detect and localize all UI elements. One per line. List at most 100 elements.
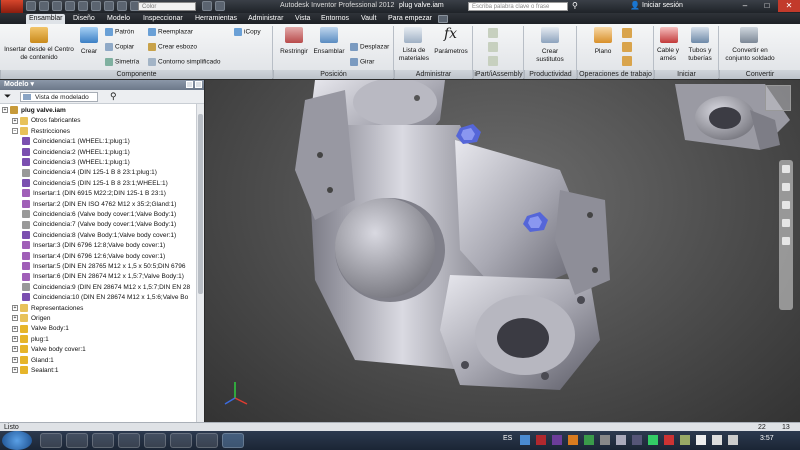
expand-icon[interactable]: + [12,315,18,322]
view-select[interactable]: Vista de modelado [20,92,98,102]
tray-icon[interactable] [552,435,562,445]
pattern-button[interactable]: Patrón [105,28,134,37]
tab-para-empezar[interactable]: Para empezar [385,14,435,24]
tree-item[interactable]: + Valve Body:1 [12,324,69,334]
firefox-icon[interactable] [92,433,114,448]
expand-icon[interactable]: + [2,107,8,114]
binoculars-icon[interactable]: ⚲ [572,1,578,10]
browser-scrollbar[interactable] [196,104,204,422]
tube-pipe-button[interactable]: Tubos y tuberías [682,47,718,63]
move-button[interactable]: Desplazar [350,43,389,52]
media-icon[interactable] [170,433,192,448]
maximize-button[interactable]: □ [756,0,778,12]
tree-item[interactable]: Coincidencia:8 (Valve Body:1;Valve body … [22,231,176,241]
inventor-icon[interactable] [196,433,218,448]
expand-icon[interactable]: + [12,346,18,353]
close-panel-icon[interactable] [195,81,202,88]
tree-item[interactable]: Coincidencia:1 (WHEEL:1;plug:1) [22,137,130,147]
tab-administrar[interactable]: Administrar [245,14,286,24]
tray-icon[interactable] [600,435,610,445]
update-icon[interactable] [117,1,127,11]
pdf-icon[interactable] [118,433,140,448]
undo-icon[interactable] [65,1,75,11]
save-icon[interactable] [52,1,62,11]
home-icon[interactable] [91,1,101,11]
tree-item[interactable]: Coincidencia:9 (DIN EN 28674 M12 x 1,5:7… [22,283,190,293]
filter-icon[interactable]: ⏷ [4,91,11,102]
point-icon[interactable] [622,42,632,52]
tree-item[interactable]: + Representaciones [12,303,83,314]
color-select[interactable]: Color [138,2,196,11]
ie-icon[interactable] [40,433,62,448]
tree-item[interactable]: + Origen [12,314,51,324]
clock[interactable]: 3:57 [760,435,774,442]
tree-item[interactable]: Coincidencia:7 (Valve body cover:1;Valve… [22,220,176,230]
zoom-icon[interactable] [781,200,791,210]
assemble-button[interactable]: Ensamblar [310,48,348,56]
tab-entornos[interactable]: Entornos [318,14,352,24]
tray-icon[interactable] [680,435,690,445]
tree-item[interactable]: + Gland:1 [12,355,54,366]
tab-ensamblar[interactable]: Ensamblar [26,14,66,24]
graphics-window[interactable] [205,80,800,422]
valve-assembly-model[interactable] [205,80,800,422]
create-button[interactable]: Crear [76,48,102,56]
tree-item[interactable]: + Valve body cover:1 [12,345,86,355]
ucs-icon[interactable] [622,56,632,66]
tree-item[interactable]: Insertar:4 (DIN 6796 12:6;Valve body cov… [22,251,165,262]
tray-icon[interactable] [648,435,658,445]
simplified-shrinkwrap-button[interactable]: Contorno simplificado [148,58,221,67]
create-substitutes-button[interactable]: Crear sustitutos [528,48,572,64]
tree-item[interactable]: Insertar:6 (DIN EN 28674 M12 x 1,5:7;Val… [22,272,184,282]
find-icon[interactable]: ⚲ [110,91,117,102]
tray-icon[interactable] [664,435,674,445]
tray-icon[interactable] [568,435,578,445]
tree-item[interactable]: Coincidencia:6 (Valve body cover:1;Valve… [22,210,176,220]
ribbon-toggle-icon[interactable] [438,15,448,23]
plane-button[interactable]: Plano [588,48,618,56]
tab-vault[interactable]: Vault [358,14,379,24]
insert-content-center-button[interactable]: Insertar desde el Centro de contenido [2,46,76,62]
orbit-icon[interactable] [781,218,791,228]
ipart-icon[interactable] [488,28,498,38]
convert-weldment-button[interactable]: Convertir en conjunto soldado [720,47,780,63]
tree-item[interactable]: Coincidencia:4 (DIN 125-1 B 8 23:1;plug:… [22,168,157,178]
tree-item[interactable]: + plug:1 [12,335,49,345]
tray-icon[interactable] [520,435,530,445]
tray-icon[interactable] [584,435,594,445]
close-button[interactable]: ✕ [778,0,800,12]
new-icon[interactable] [26,1,36,11]
replace-button[interactable]: Reemplazar [148,28,193,37]
tree-item[interactable]: Coincidencia:3 (WHEEL:1;plug:1) [22,158,130,168]
expand-icon[interactable]: + [12,117,18,124]
create-sketch-button[interactable]: Crear esbozo [148,43,197,52]
look-at-icon[interactable] [781,236,791,246]
select-icon[interactable] [104,1,114,11]
expand-icon[interactable]: + [12,336,18,343]
volume-icon[interactable] [728,435,738,445]
network-icon[interactable] [712,435,722,445]
tray-icon[interactable] [536,435,546,445]
axis-icon[interactable] [622,28,632,38]
tree-item[interactable]: + plug valve.iam [2,106,66,116]
expand-icon[interactable]: + [12,367,18,374]
start-button[interactable] [2,431,32,450]
tray-icon[interactable] [616,435,626,445]
viewcube-icon[interactable] [765,85,791,111]
expand-icon[interactable]: + [12,356,18,363]
chrome-icon[interactable] [144,433,166,448]
constrain-button[interactable]: Restringir [276,48,312,56]
rotate-button[interactable]: Girar [350,58,374,67]
tree-item[interactable]: Insertar:1 (DIN 6915 M22:2;DIN 125-1 B 2… [22,189,166,199]
mirror-button[interactable]: Simetría [105,58,139,67]
search-input[interactable]: Escriba palabra clave o frase [468,2,568,11]
open-icon[interactable] [39,1,49,11]
pan-icon[interactable] [781,182,791,192]
fx-icon[interactable] [202,1,212,11]
tree-item[interactable]: Insertar:2 (DIN EN ISO 4762 M12 x 35:2;G… [22,199,176,210]
tab-modelo[interactable]: Modelo [104,14,133,24]
tab-vista[interactable]: Vista [292,14,313,24]
explorer-icon[interactable] [66,433,88,448]
tree-item[interactable]: + Sealant:1 [12,366,58,376]
tab-inspeccionar[interactable]: Inspeccionar [140,14,186,24]
